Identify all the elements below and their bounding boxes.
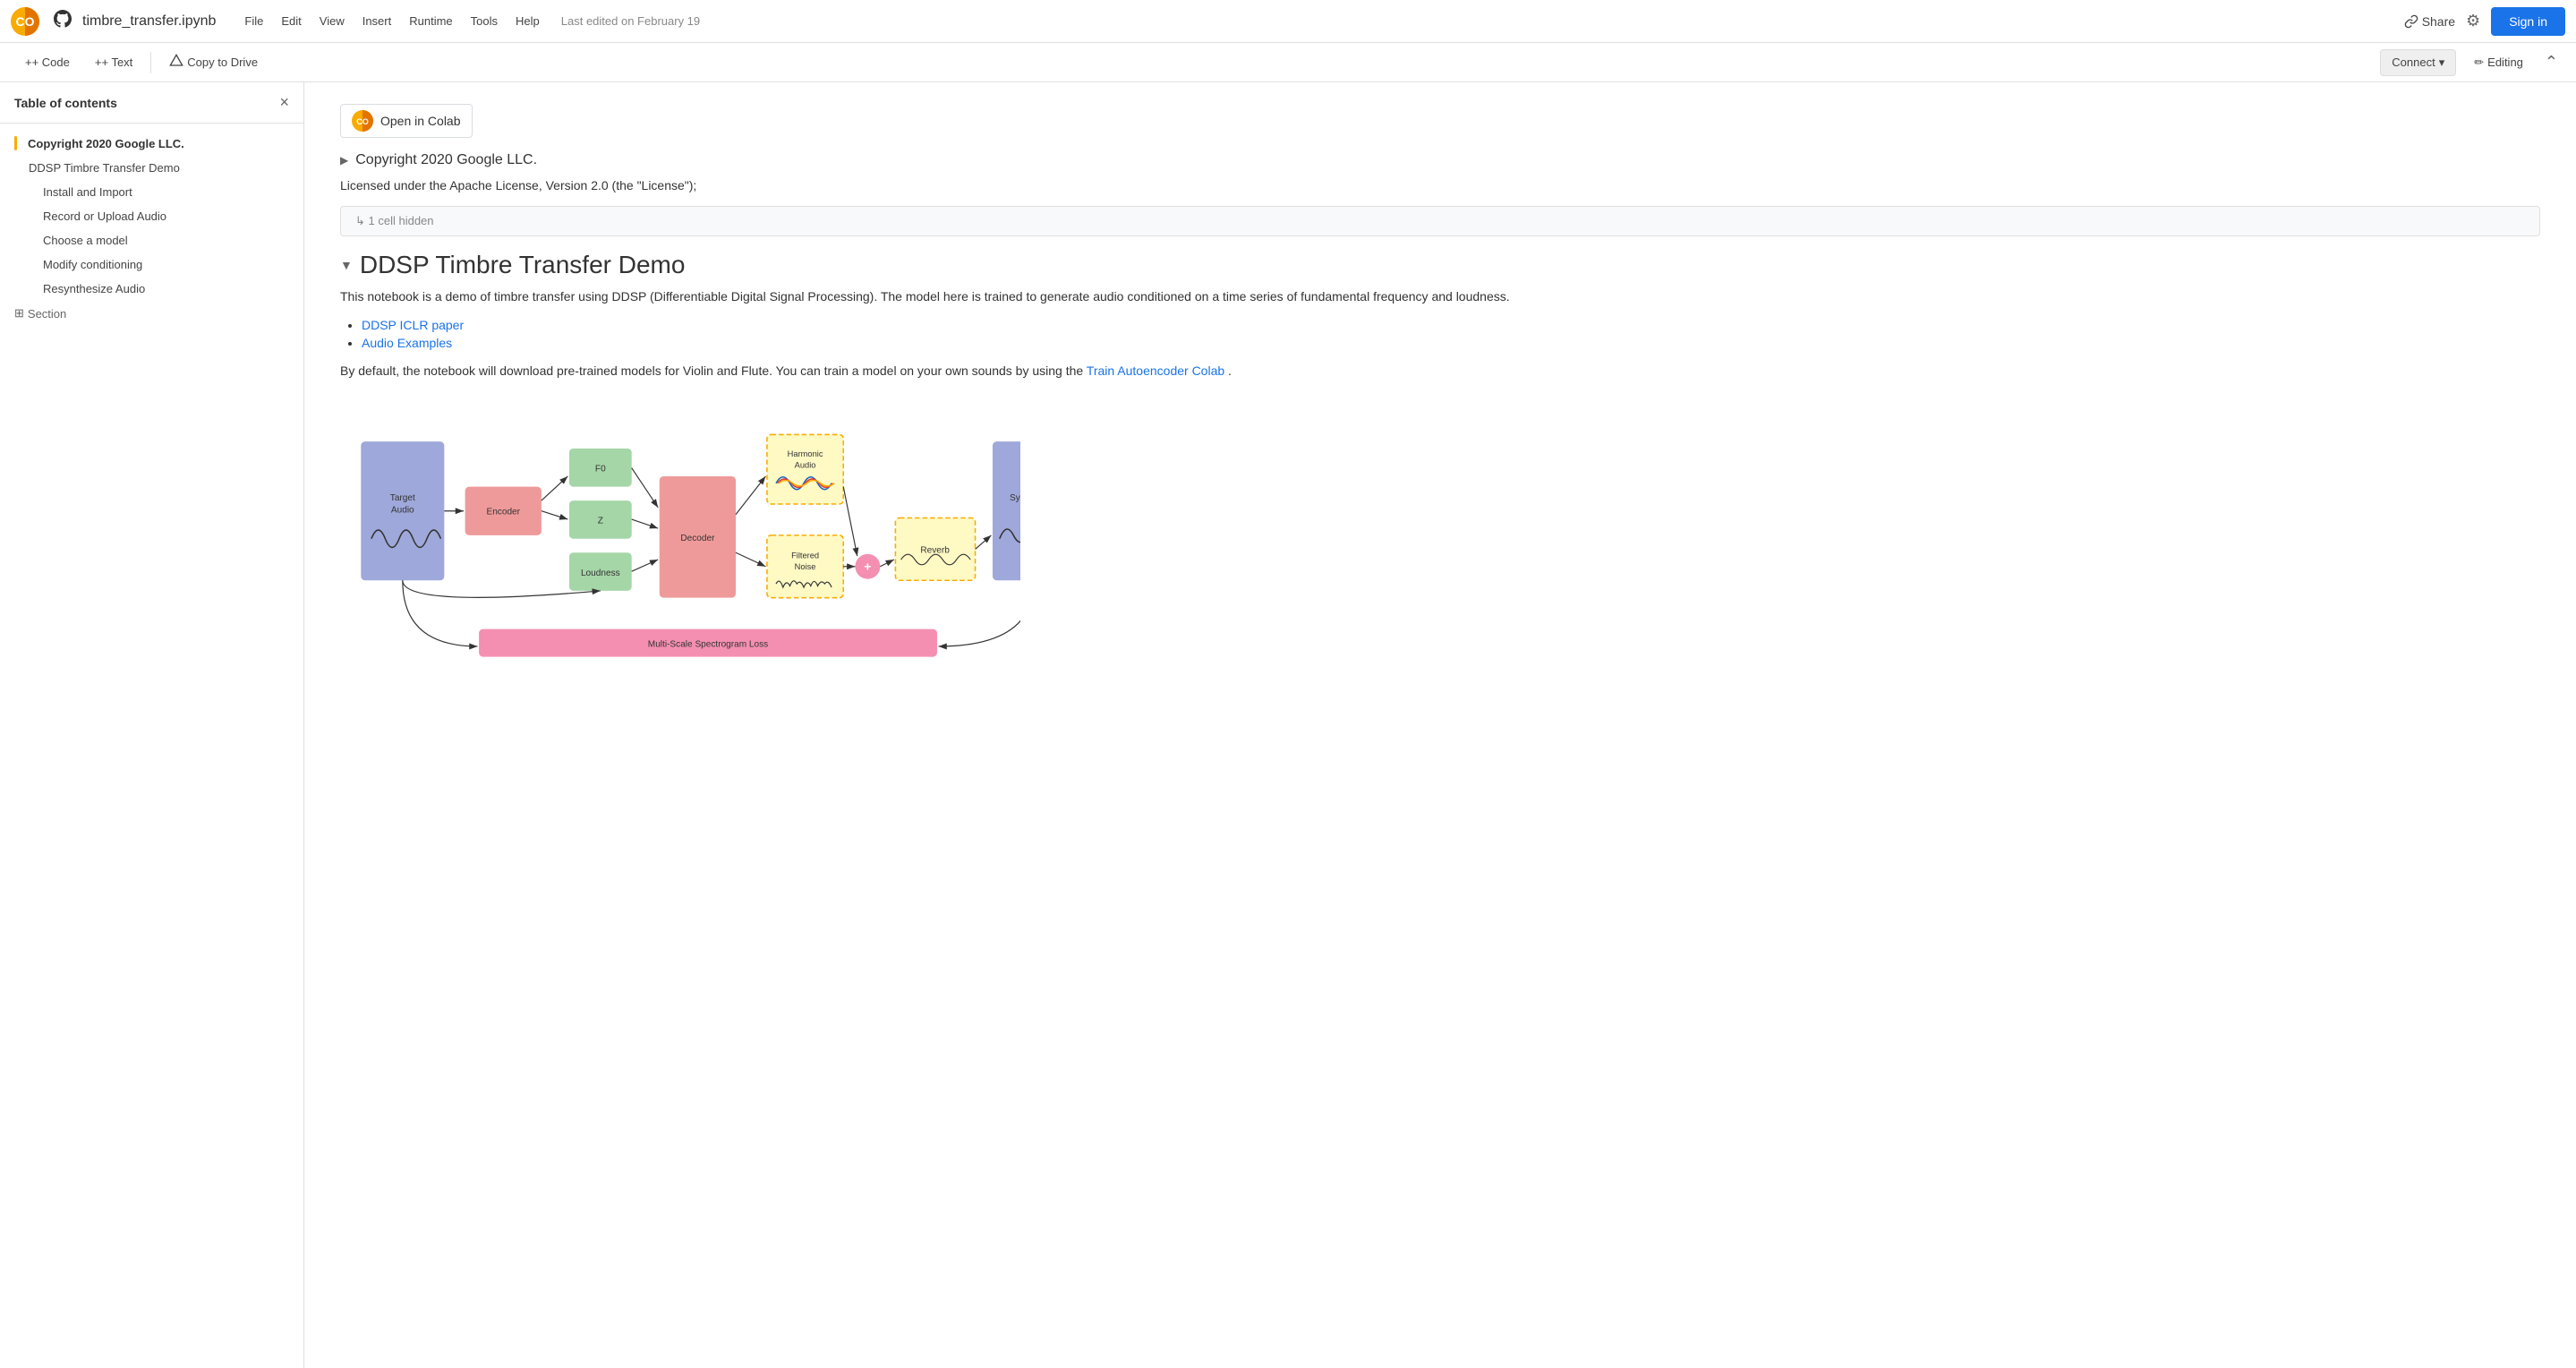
colab-badge[interactable]: CO Open in Colab: [340, 104, 473, 138]
sign-in-button[interactable]: Sign in: [2491, 7, 2565, 36]
plus-code-icon: +: [25, 56, 32, 69]
plus-section-icon: ⊞: [14, 306, 24, 321]
arrow-f0-decoder: [632, 468, 658, 508]
hidden-cells-indicator[interactable]: ↳ 1 cell hidden: [340, 206, 2540, 236]
triangle-icon[interactable]: ▶: [340, 154, 348, 167]
share-button[interactable]: Share: [2404, 14, 2455, 29]
sidebar-title: Table of contents: [14, 96, 117, 110]
arrow-decoder-filtered: [736, 552, 765, 567]
svg-text:Audio: Audio: [795, 461, 816, 470]
top-bar: CO timbre_transfer.ipynb File Edit View …: [0, 0, 2576, 43]
toolbar: + + Code + + Text Copy to Drive Connect …: [0, 43, 2576, 82]
main-layout: Table of contents × Copyright 2020 Googl…: [0, 82, 2576, 1368]
toc-item-install[interactable]: Install and Import: [0, 180, 303, 204]
connect-button[interactable]: Connect ▾: [2380, 49, 2456, 76]
last-edited: Last edited on February 19: [561, 14, 700, 28]
menu-view[interactable]: View: [312, 11, 352, 31]
synthesized-audio-block: [993, 441, 1020, 580]
reverb-label: Reverb: [920, 545, 950, 555]
menu-tools[interactable]: Tools: [464, 11, 505, 31]
menu-help[interactable]: Help: [508, 11, 547, 31]
link-item-ddsp: DDSP ICLR paper: [362, 318, 2540, 332]
menu-edit[interactable]: Edit: [274, 11, 308, 31]
ddsp-toggle-button[interactable]: ▼: [340, 258, 353, 272]
notebook-title: timbre_transfer.ipynb: [82, 13, 216, 30]
colab-badge-logo: CO: [352, 110, 373, 132]
arrow-plus-reverb: [880, 560, 894, 567]
svg-text:Noise: Noise: [795, 562, 816, 571]
toc-section[interactable]: ⊞ Section: [0, 301, 303, 326]
menu-runtime[interactable]: Runtime: [402, 11, 459, 31]
toc-item-resynthesize[interactable]: Resynthesize Audio: [0, 277, 303, 301]
arrow-encoder-z: [542, 511, 567, 519]
copyright-text: Licensed under the Apache License, Versi…: [340, 175, 2540, 195]
copyright-heading: ▶ Copyright 2020 Google LLC.: [340, 152, 2540, 168]
train-autoencoder-link[interactable]: Train Autoencoder Colab: [1087, 363, 1224, 378]
architecture-diagram: Target Audio Encoder F0 Z Loudness Deco: [340, 402, 2540, 664]
ddsp-paper-link[interactable]: DDSP ICLR paper: [362, 318, 464, 332]
add-code-button[interactable]: + + Code: [14, 50, 81, 74]
arrow-reverb-synthesized: [976, 535, 992, 550]
chevron-down-icon: ▾: [2439, 56, 2445, 70]
arrow-synthesized-multiscale: [938, 580, 1020, 646]
svg-text:Audio: Audio: [391, 505, 414, 515]
toolbar-separator: [150, 52, 151, 73]
links-list: DDSP ICLR paper Audio Examples: [340, 318, 2540, 350]
github-icon: [54, 10, 72, 32]
hidden-cells-text: ↳ 1 cell hidden: [355, 214, 434, 228]
add-text-button[interactable]: + + Text: [84, 50, 143, 74]
target-audio-label: Target: [390, 493, 415, 503]
toc-item-copyright[interactable]: Copyright 2020 Google LLC.: [0, 131, 303, 156]
ddsp-section-title: DDSP Timbre Transfer Demo: [360, 251, 686, 279]
copyright-cell: ▶ Copyright 2020 Google LLC. Licensed un…: [340, 152, 2540, 236]
synthesized-audio-label: Synthesized: [1010, 493, 1020, 503]
arrow-encoder-f0: [542, 476, 567, 500]
link-item-audio: Audio Examples: [362, 336, 2540, 350]
drive-icon: [169, 54, 183, 71]
colab-logo: CO: [11, 7, 39, 36]
toc-item-modify[interactable]: Modify conditioning: [0, 252, 303, 277]
diagram-svg: Target Audio Encoder F0 Z Loudness Deco: [340, 402, 1020, 662]
intro-paragraph: This notebook is a demo of timbre transf…: [340, 286, 2540, 306]
menu-file[interactable]: File: [237, 11, 270, 31]
arrow-z-decoder: [632, 519, 658, 528]
toc-item-ddsp[interactable]: DDSP Timbre Transfer Demo: [0, 156, 303, 180]
svg-text:CO: CO: [356, 117, 369, 126]
colab-badge-text: Open in Colab: [380, 114, 461, 128]
decoder-label: Decoder: [680, 534, 715, 543]
audio-examples-link[interactable]: Audio Examples: [362, 336, 452, 350]
toc-item-choose[interactable]: Choose a model: [0, 228, 303, 252]
plus-text-icon: +: [95, 56, 102, 69]
pencil-icon: ✏: [2474, 56, 2484, 70]
arrow-target-multiscale: [403, 580, 478, 646]
encoder-label: Encoder: [486, 508, 520, 517]
copy-to-drive-button[interactable]: Copy to Drive: [158, 48, 269, 76]
orange-indicator: [14, 136, 17, 150]
by-default-paragraph: By default, the notebook will download p…: [340, 361, 2540, 380]
arrow-decoder-harmonic: [736, 476, 765, 515]
toc-content: Copyright 2020 Google LLC. DDSP Timbre T…: [0, 124, 303, 333]
filtered-noise-label: Filtered: [791, 551, 819, 560]
arrow-harmonic-plus: [843, 487, 857, 557]
editing-button[interactable]: ✏ Editing: [2463, 50, 2534, 75]
harmonic-audio-label: Harmonic: [788, 449, 823, 458]
top-right-actions: Share ⚙ Sign in: [2404, 7, 2565, 36]
arrow-loudness-decoder: [632, 560, 658, 571]
sidebar-header: Table of contents ×: [0, 82, 303, 124]
loudness-label: Loudness: [581, 569, 620, 578]
ddsp-section-header: ▼ DDSP Timbre Transfer Demo: [340, 251, 2540, 279]
collapse-button[interactable]: ⌃: [2541, 49, 2562, 75]
settings-icon[interactable]: ⚙: [2466, 12, 2480, 30]
content-area: CO Open in Colab ▶ Copyright 2020 Google…: [304, 82, 2576, 1368]
menu-insert[interactable]: Insert: [355, 11, 399, 31]
plus-symbol: +: [864, 560, 871, 574]
multi-scale-label: Multi-Scale Spectrogram Loss: [648, 640, 768, 650]
toc-item-record[interactable]: Record or Upload Audio: [0, 204, 303, 228]
svg-text:CO: CO: [16, 14, 35, 29]
z-label: Z: [598, 517, 603, 526]
f0-label: F0: [595, 465, 606, 475]
menu-bar: File Edit View Insert Runtime Tools Help: [237, 11, 546, 31]
sidebar-close-button[interactable]: ×: [279, 93, 289, 112]
sidebar: Table of contents × Copyright 2020 Googl…: [0, 82, 304, 1368]
